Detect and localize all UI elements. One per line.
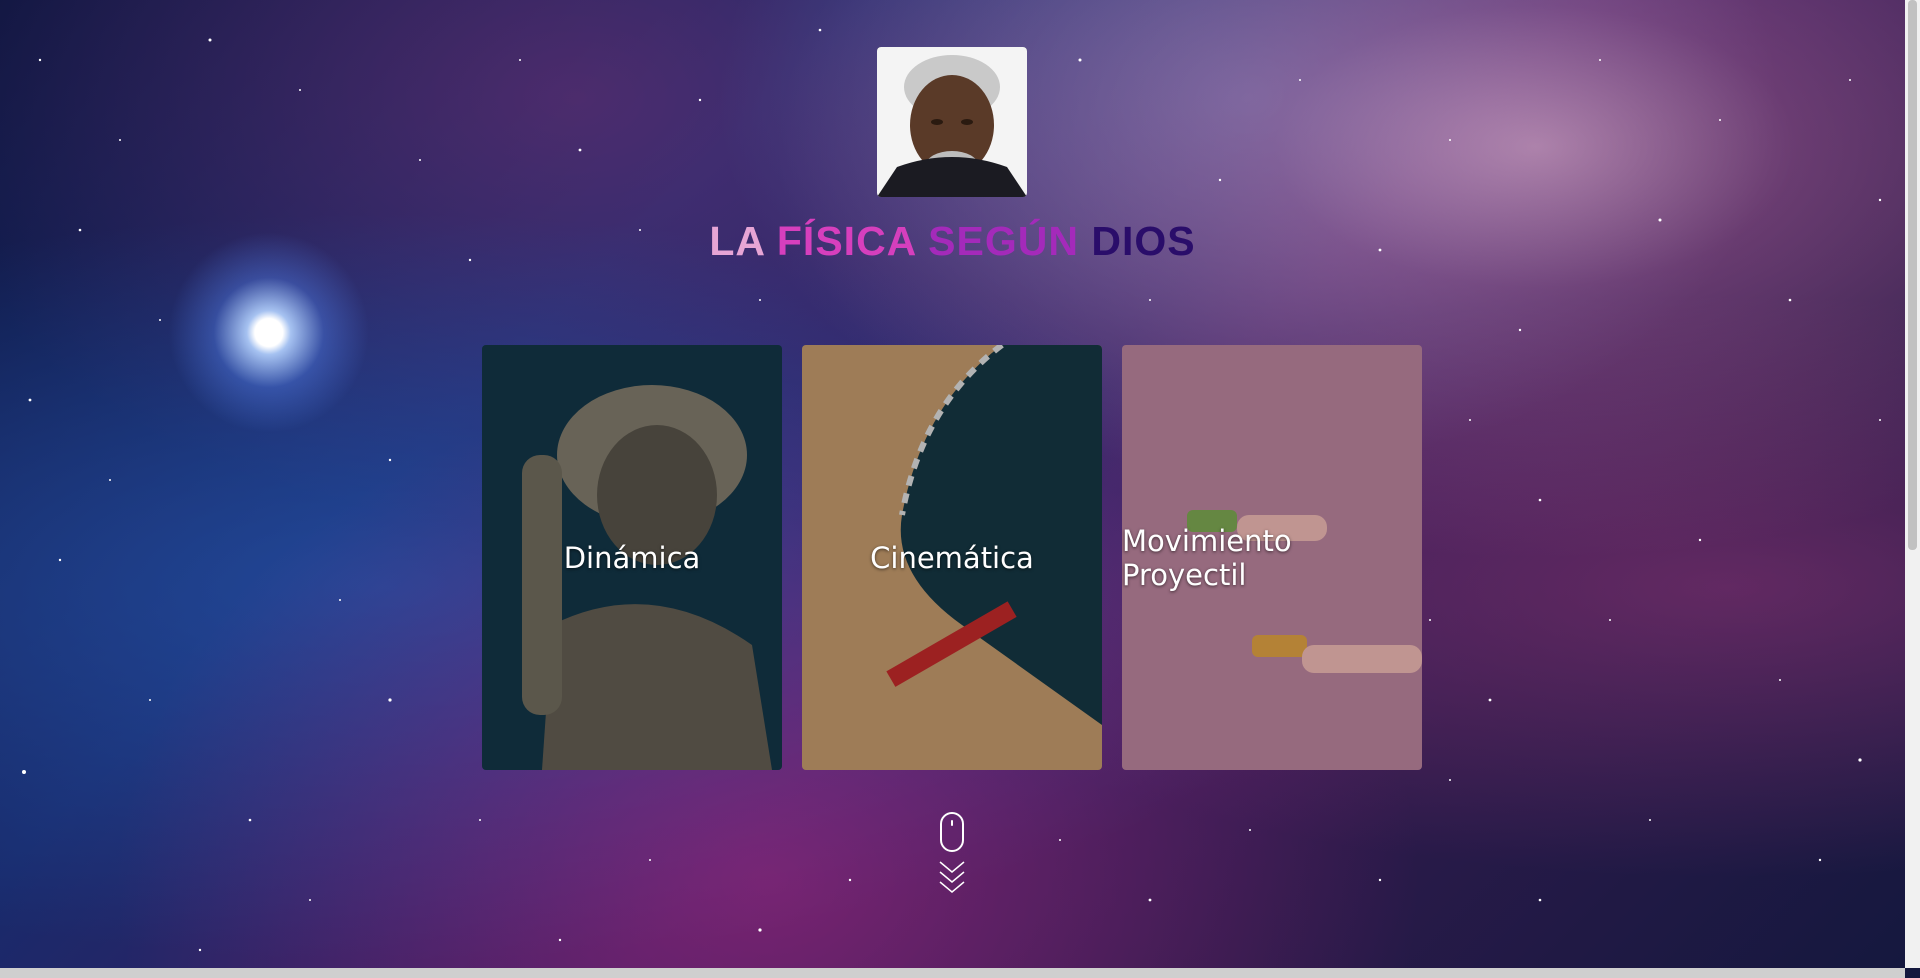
title-word: SEGÚN	[928, 218, 1079, 264]
title-word: FÍSICA	[776, 218, 916, 264]
page-title: LA FÍSICA SEGÚN DIOS	[0, 218, 1905, 265]
scrollbar[interactable]	[1905, 0, 1920, 968]
title-word: DIOS	[1091, 218, 1196, 264]
card-movimiento-proyectil[interactable]: Movimiento Proyectil	[1122, 345, 1422, 770]
card-cinematica[interactable]: Cinemática	[802, 345, 1102, 770]
mouse-wheel	[951, 820, 953, 826]
bottom-bar	[0, 968, 1905, 978]
title-word: LA	[709, 218, 765, 264]
scrollbar-thumb[interactable]	[1908, 0, 1917, 550]
card-label: Movimiento Proyectil	[1122, 523, 1292, 592]
chevron-down-icon	[939, 861, 965, 893]
portrait-image	[877, 47, 1027, 197]
mouse-scroll-icon[interactable]	[940, 812, 964, 852]
avatar	[877, 47, 1027, 197]
card-label: Dinámica	[563, 540, 701, 575]
card-dinamica[interactable]: Dinámica	[482, 345, 782, 770]
card-label: Cinemática	[870, 540, 1034, 575]
